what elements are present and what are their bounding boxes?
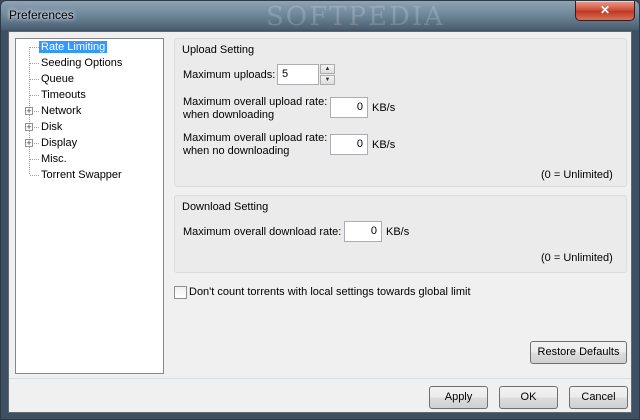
- expand-icon[interactable]: +: [25, 107, 33, 116]
- dialog-client-area: Rate Limiting Seeding Options Queue Time…: [8, 31, 632, 413]
- upload-rate-downloading-label-2: when downloading: [183, 109, 275, 121]
- download-setting-title: Download Setting: [182, 201, 269, 213]
- tree-connector: [30, 79, 39, 80]
- tree-item-display[interactable]: Display: [39, 135, 79, 151]
- close-button[interactable]: ✕: [575, 1, 635, 21]
- upload-rate-idle-label-2: when no downloading: [183, 145, 290, 157]
- tree-connector: [30, 47, 39, 48]
- tree-item-label: Disk: [41, 121, 63, 133]
- button-separator: [9, 378, 631, 379]
- expand-icon[interactable]: +: [25, 123, 33, 132]
- tree-item-network[interactable]: Network: [39, 103, 83, 119]
- tree-connector: [30, 63, 39, 64]
- global-limit-checkbox-label[interactable]: Don't count torrents with local settings…: [189, 286, 471, 298]
- upload-rate-idle-label: Maximum overall upload rate:: [183, 132, 328, 144]
- download-rate-input[interactable]: 0: [344, 221, 382, 242]
- tree-item-label: Rate Limiting: [39, 41, 108, 53]
- tree-connector: [30, 159, 39, 160]
- upload-setting-title: Upload Setting: [182, 44, 255, 56]
- upload-unlimited-note: (0 = Unlimited): [541, 169, 613, 181]
- spin-down-icon[interactable]: ▼: [320, 75, 335, 85]
- tree-item-label: Torrent Swapper: [41, 169, 122, 181]
- tree-item-rate-limiting[interactable]: Rate Limiting: [39, 39, 108, 55]
- tree-item-label: Queue: [41, 73, 75, 85]
- tree-item-queue[interactable]: Queue: [39, 71, 76, 87]
- watermark: SOFTPEDIA: [266, 2, 445, 32]
- apply-button[interactable]: Apply: [429, 386, 488, 409]
- tree-item-timeouts[interactable]: Timeouts: [39, 87, 88, 103]
- tree-item-label: Display: [41, 137, 78, 149]
- expand-icon[interactable]: +: [25, 139, 33, 148]
- download-unlimited-note: (0 = Unlimited): [541, 252, 613, 264]
- tree-item-seeding-options[interactable]: Seeding Options: [39, 55, 124, 71]
- max-uploads-label: Maximum uploads:: [183, 69, 276, 81]
- tree-item-label: Network: [41, 105, 82, 117]
- tree-item-label: Seeding Options: [41, 57, 123, 69]
- upload-rate-downloading-label: Maximum overall upload rate:: [183, 96, 328, 108]
- spin-up-icon[interactable]: ▲: [320, 64, 335, 74]
- tree-item-label: Timeouts: [41, 89, 86, 101]
- tree-item-label: Misc.: [41, 153, 67, 165]
- settings-tree[interactable]: Rate Limiting Seeding Options Queue Time…: [15, 38, 164, 374]
- tree-connector: [30, 175, 39, 176]
- cancel-button[interactable]: Cancel: [569, 386, 628, 409]
- upload-rate-idle-input[interactable]: 0: [330, 134, 368, 155]
- global-limit-checkbox[interactable]: [174, 286, 187, 299]
- tree-item-torrent-swapper[interactable]: Torrent Swapper: [39, 167, 124, 183]
- tree-item-misc[interactable]: Misc.: [39, 151, 69, 167]
- upload-setting-group: Upload Setting Maximum uploads: 5 ▲ ▼ Ma…: [174, 38, 627, 187]
- title-bar[interactable]: SOFTPEDIA Preferences ✕: [1, 1, 639, 32]
- close-icon: ✕: [599, 3, 611, 17]
- upload-rate-downloading-input[interactable]: 0: [330, 97, 368, 118]
- max-uploads-input[interactable]: 5: [277, 64, 319, 85]
- upload-rate-idle-unit: KB/s: [372, 139, 396, 151]
- download-setting-group: Download Setting Maximum overall downloa…: [174, 195, 627, 273]
- window-title: Preferences: [9, 8, 74, 22]
- restore-defaults-button[interactable]: Restore Defaults: [530, 341, 627, 364]
- download-rate-label: Maximum overall download rate:: [183, 226, 342, 238]
- ok-button[interactable]: OK: [499, 386, 558, 409]
- tree-item-disk[interactable]: Disk: [39, 119, 64, 135]
- download-rate-unit: KB/s: [386, 226, 410, 238]
- max-uploads-spinner[interactable]: ▲ ▼: [320, 64, 335, 85]
- tree-connector: [30, 95, 39, 96]
- preferences-window: SOFTPEDIA Preferences ✕ Rate Limiting Se…: [0, 0, 640, 420]
- upload-rate-downloading-unit: KB/s: [372, 102, 396, 114]
